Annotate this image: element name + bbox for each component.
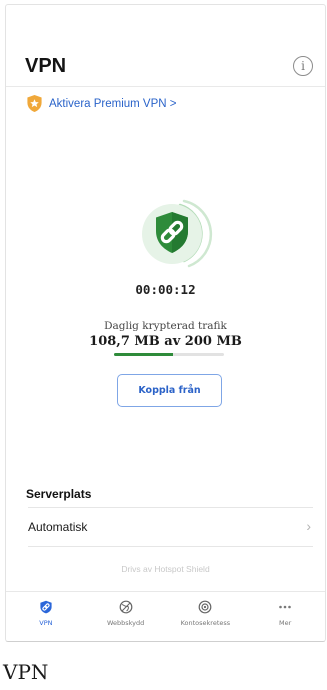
more-icon xyxy=(279,605,291,609)
server-location-row[interactable]: Automatisk › xyxy=(6,508,325,546)
tab-label: Webbskydd xyxy=(106,619,145,627)
activate-premium-label: Aktivera Premium VPN > xyxy=(49,97,177,110)
screen-caption: VPN xyxy=(3,660,49,684)
connection-timer: 00:00:12 xyxy=(135,282,196,297)
globe-block-icon xyxy=(119,600,133,614)
tab-webbskydd[interactable]: Webbskydd xyxy=(86,592,166,641)
tab-kontosekretess[interactable]: Kontosekretess xyxy=(166,592,246,641)
tab-bar: VPN Webbskydd Kontosekretess Mer xyxy=(6,591,325,641)
disconnect-button[interactable]: Koppla från xyxy=(117,374,222,407)
powered-by-text: Drivs av Hotspot Shield xyxy=(121,564,210,574)
header: VPN i xyxy=(6,49,325,87)
tab-label: Mer xyxy=(278,619,292,627)
shield-icon xyxy=(40,600,52,614)
server-location-value: Automatisk xyxy=(28,520,88,534)
tab-label: VPN xyxy=(39,619,53,627)
activate-premium-link[interactable]: Aktivera Premium VPN > xyxy=(26,94,177,113)
server-section-title: Serverplats xyxy=(26,487,92,501)
info-icon[interactable]: i xyxy=(293,56,313,76)
link-shield-icon xyxy=(142,199,213,268)
traffic-value: 108,7 MB av 200 MB xyxy=(89,334,242,349)
traffic-progress-fill xyxy=(114,353,174,356)
eye-icon xyxy=(198,600,212,614)
divider xyxy=(28,546,313,547)
traffic-progress-bar xyxy=(114,353,224,356)
tab-mer[interactable]: Mer xyxy=(245,592,325,641)
traffic-label: Daglig krypterad trafik xyxy=(104,320,227,332)
star-shield-icon xyxy=(27,95,42,112)
page-title: VPN xyxy=(25,55,67,77)
app-screen: VPN i Aktivera Premium VPN > 00:00:12 Da… xyxy=(5,4,326,642)
tab-label: Kontosekretess xyxy=(180,619,231,627)
chevron-right-icon: › xyxy=(306,518,311,534)
tab-vpn[interactable]: VPN xyxy=(6,592,86,641)
